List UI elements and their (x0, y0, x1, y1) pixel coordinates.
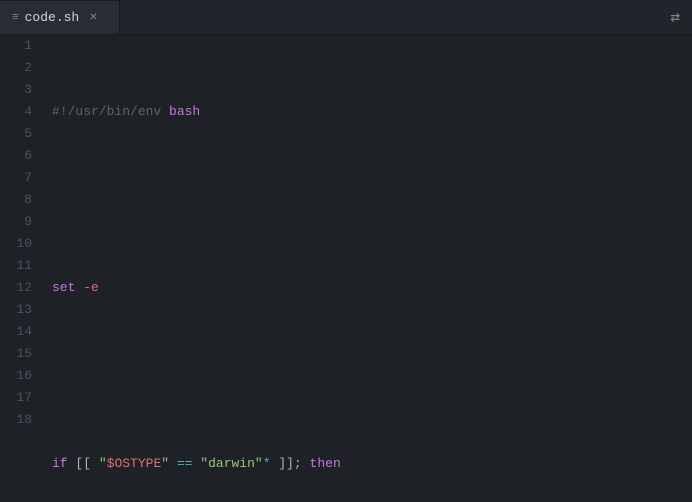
line-num-4: 4 (0, 101, 32, 123)
line-num-15: 15 (0, 343, 32, 365)
line-num-14: 14 (0, 321, 32, 343)
line-num-18: 18 (0, 409, 32, 431)
editor-area: 1 2 3 4 5 6 7 8 9 10 11 12 13 14 15 16 1… (0, 35, 692, 502)
tab-code-sh[interactable]: ≡ code.sh × (0, 0, 120, 34)
line-num-16: 16 (0, 365, 32, 387)
code-line-5: if [[ "$OSTYPE" == "darwin"* ]]; then (52, 453, 692, 475)
line-num-2: 2 (0, 57, 32, 79)
line-num-8: 8 (0, 189, 32, 211)
tab-filename: code.sh (25, 10, 80, 25)
code-line-1: #!/usr/bin/env bash (52, 101, 692, 123)
tab-right-actions: ⇄ (670, 7, 692, 27)
line-num-12: 12 (0, 277, 32, 299)
line-num-10: 10 (0, 233, 32, 255)
line-num-17: 17 (0, 387, 32, 409)
code-line-2 (52, 189, 692, 211)
line-num-3: 3 (0, 79, 32, 101)
line-num-1: 1 (0, 35, 32, 57)
tab-bar: ≡ code.sh × ⇄ (0, 0, 692, 35)
code-line-4 (52, 365, 692, 387)
line-num-13: 13 (0, 299, 32, 321)
tab-close-button[interactable]: × (89, 10, 97, 26)
line-num-5: 5 (0, 123, 32, 145)
file-icon: ≡ (12, 12, 19, 24)
line-num-11: 11 (0, 255, 32, 277)
breadcrumb-icon[interactable]: ⇄ (670, 7, 680, 27)
code-line-3: set -e (52, 277, 692, 299)
line-numbers: 1 2 3 4 5 6 7 8 9 10 11 12 13 14 15 16 1… (0, 35, 44, 502)
line-num-7: 7 (0, 167, 32, 189)
code-editor[interactable]: #!/usr/bin/env bash set -e if [[ "$OSTYP… (44, 35, 692, 502)
line-num-6: 6 (0, 145, 32, 167)
line-num-9: 9 (0, 211, 32, 233)
tab-list: ≡ code.sh × (0, 0, 120, 34)
